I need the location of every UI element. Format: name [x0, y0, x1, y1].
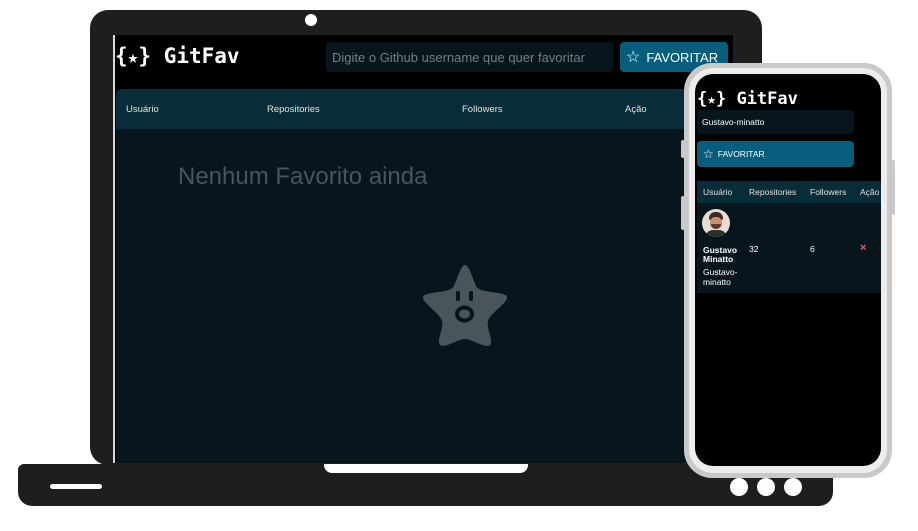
- header-action: Ação: [625, 104, 647, 115]
- header-repositories: Repositories: [267, 104, 320, 115]
- desktop-table-body: Nenhum Favorito ainda: [116, 129, 733, 463]
- mobile-favorite-button[interactable]: ☆ FAVORITAR: [697, 141, 854, 167]
- header-followers: Followers: [462, 104, 503, 115]
- mobile-screen: {★} GitFav Gustavo-minatto ☆ FAVORITAR U…: [695, 74, 881, 466]
- base-dot: [784, 478, 802, 496]
- logo-brace-close: }: [715, 89, 727, 109]
- mobile-table-header: Usuário Repositories Followers Ação: [697, 181, 881, 203]
- mobile-search-input[interactable]: Gustavo-minatto: [697, 110, 854, 134]
- header-followers: Followers: [810, 187, 847, 197]
- desktop-search-input[interactable]: Digite o Github username que quer favori…: [326, 42, 613, 72]
- logo-text: GitFav: [736, 89, 798, 109]
- screen-edge: [113, 35, 115, 463]
- desktop-screen: {★} GitFav Digite o Github username que …: [113, 35, 733, 463]
- star-outline-icon: ☆: [703, 147, 714, 161]
- base-dot: [730, 478, 748, 496]
- star-face-icon: [422, 265, 508, 346]
- search-value: Gustavo-minatto: [702, 117, 765, 127]
- row-repositories: 32: [749, 244, 759, 254]
- header-repositories: Repositories: [749, 187, 797, 197]
- row-followers: 6: [810, 244, 815, 254]
- row-user-name: Gustavo Minatto: [703, 245, 738, 264]
- search-placeholder: Digite o Github username que quer favori…: [332, 49, 585, 65]
- logo-brace-open: {: [697, 89, 708, 109]
- header-user: Usuário: [703, 187, 733, 197]
- phone-volume-button: [681, 196, 685, 230]
- phone-side-button: [681, 140, 685, 158]
- phone-power-button: [891, 160, 895, 215]
- mobile-logo: {★} GitFav: [697, 89, 798, 109]
- logo-text: GitFav: [163, 44, 240, 68]
- remove-button[interactable]: ×: [860, 242, 866, 254]
- logo-brace-open: {: [115, 44, 128, 68]
- header-user: Usuário: [126, 104, 159, 115]
- desktop-table-header: Usuário Repositories Followers Ação: [116, 89, 733, 129]
- star-outline-icon: ☆: [626, 49, 641, 66]
- laptop-base-pill: [50, 484, 102, 489]
- table-row: Gustavo Minatto Gustavo-minatto 32 6 ×: [697, 203, 881, 293]
- desktop-logo: {★} GitFav: [115, 44, 240, 68]
- logo-brace-close: }: [138, 44, 152, 68]
- avatar: [702, 209, 730, 237]
- empty-message: Nenhum Favorito ainda: [178, 163, 428, 190]
- laptop-notch: [324, 464, 528, 473]
- favorite-button-label: FAVORITAR: [717, 149, 765, 159]
- base-dot: [757, 478, 775, 496]
- logo-star-icon: ★: [707, 92, 716, 108]
- laptop-camera: [305, 14, 317, 26]
- header-action: Ação: [860, 187, 880, 197]
- row-user-login: Gustavo-minatto: [703, 267, 738, 287]
- logo-star-icon: ★: [127, 47, 139, 68]
